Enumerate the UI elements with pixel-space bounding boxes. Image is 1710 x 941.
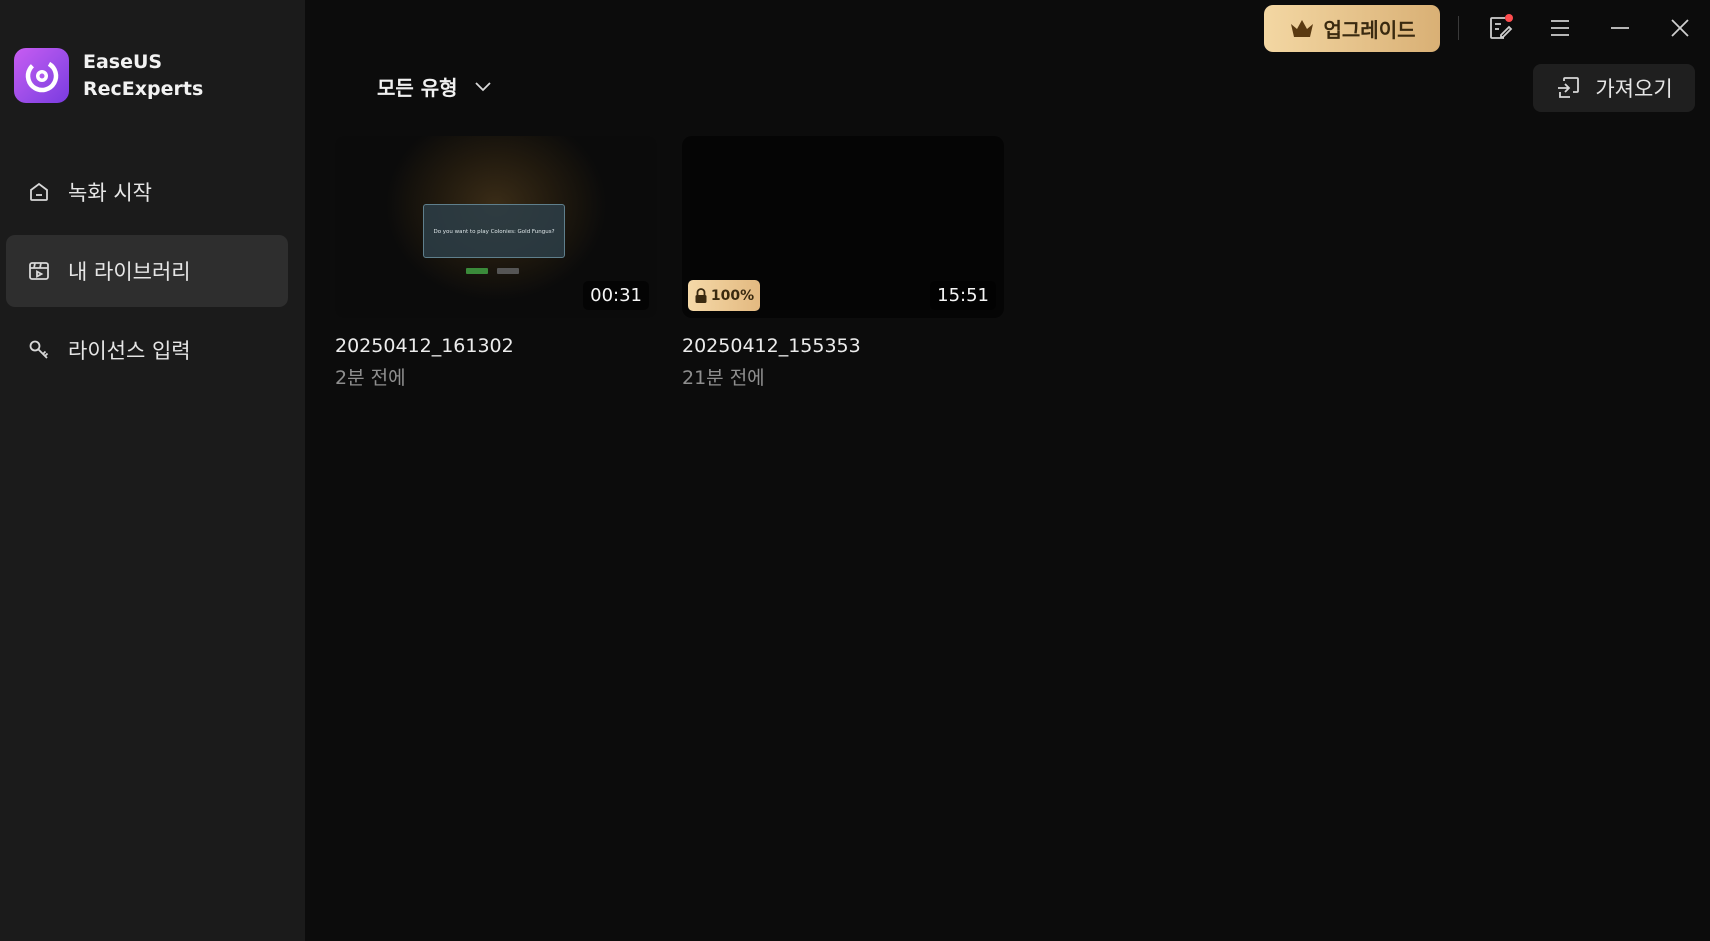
recording-title: 20250412_155353 (682, 335, 861, 357)
sidebar-item-label: 내 라이브러리 (68, 260, 191, 284)
recording-card[interactable]: Do you want to play Colonies: Gold Fungu… (335, 136, 657, 390)
minimize-icon (1611, 27, 1629, 29)
app-brand: EaseUS RecExperts (14, 48, 203, 103)
recording-time-ago: 2분 전에 (335, 367, 406, 389)
library-icon (26, 258, 52, 284)
thumbnail-text: Do you want to play Colonies: Gold Fungu… (433, 229, 555, 235)
chevron-down-icon (474, 81, 491, 91)
sidebar-item-start-recording[interactable]: 녹화 시작 (6, 156, 288, 228)
thumbnail-cancel-button (497, 268, 519, 274)
home-icon (26, 179, 52, 205)
thumbnail-ok-button (466, 268, 488, 274)
sidebar: EaseUS RecExperts 녹화 시작 내 라이브러리 라이선스 입력 (0, 0, 305, 941)
toolbar-divider (1458, 16, 1459, 40)
lock-badge-label: 100% (710, 287, 755, 304)
minimize-button[interactable] (1604, 12, 1636, 44)
lock-icon (695, 287, 707, 303)
upgrade-button[interactable]: 업그레이드 (1264, 5, 1440, 52)
close-button[interactable] (1664, 12, 1696, 44)
recording-card[interactable]: 100% 15:51 20250412_155353 21분 전에 (682, 136, 1004, 390)
close-icon (1671, 19, 1689, 37)
key-icon (26, 337, 52, 363)
duration-badge: 00:31 (583, 281, 649, 310)
import-icon (1558, 77, 1580, 98)
crown-icon (1290, 19, 1313, 37)
import-label: 가져오기 (1595, 77, 1673, 101)
video-thumbnail[interactable]: Do you want to play Colonies: Gold Fungu… (335, 136, 657, 318)
duration-badge: 15:51 (930, 281, 996, 310)
recording-title: 20250412_161302 (335, 335, 514, 357)
menu-button[interactable] (1544, 12, 1576, 44)
type-filter-dropdown[interactable]: 모든 유형 (377, 72, 492, 101)
lock-badge: 100% (688, 280, 760, 311)
thumbnail-dialog: Do you want to play Colonies: Gold Fungu… (423, 204, 565, 258)
sidebar-item-label: 라이선스 입력 (68, 339, 191, 363)
app-name-line2: RecExperts (83, 77, 204, 100)
import-button[interactable]: 가져오기 (1533, 64, 1695, 112)
video-thumbnail[interactable]: 100% 15:51 (682, 136, 1004, 318)
sidebar-item-my-library[interactable]: 내 라이브러리 (6, 235, 288, 307)
menu-icon (1551, 20, 1569, 36)
filter-label: 모든 유형 (377, 76, 458, 100)
app-logo (14, 48, 69, 103)
notification-dot (1505, 14, 1513, 22)
sidebar-item-label: 녹화 시작 (68, 181, 152, 205)
app-name-line1: EaseUS (83, 50, 163, 73)
recording-time-ago: 21분 전에 (682, 367, 765, 389)
upgrade-label: 업그레이드 (1323, 18, 1416, 42)
sidebar-item-enter-license[interactable]: 라이선스 입력 (6, 314, 288, 386)
notes-button[interactable] (1484, 12, 1516, 44)
sidebar-nav: 녹화 시작 내 라이브러리 라이선스 입력 (6, 156, 288, 393)
